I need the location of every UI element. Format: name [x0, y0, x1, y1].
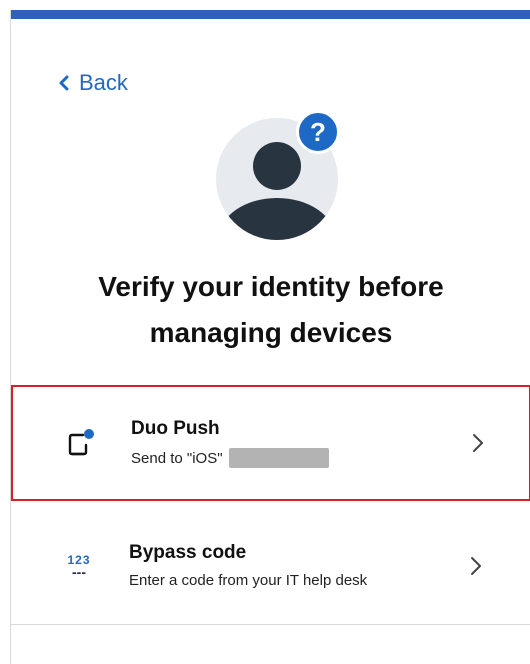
- avatar-head: [253, 142, 301, 190]
- option-subtitle-text: Send to "iOS": [131, 449, 223, 467]
- title-line-1: Verify your identity before: [98, 271, 444, 302]
- chevron-right-icon: [473, 434, 483, 452]
- back-link[interactable]: Back: [57, 70, 128, 96]
- option-subtitle: Enter a code from your IT help desk: [129, 572, 367, 589]
- code-icon-dashes: ‑‑‑: [72, 563, 86, 580]
- option-label: Duo Push: [131, 418, 220, 439]
- bypass-code-icon: 123 ‑‑‑: [61, 548, 97, 584]
- redacted-device-name: [228, 448, 329, 468]
- option-label: Bypass code: [129, 542, 247, 563]
- option-duo-push[interactable]: Duo Push Send to "iOS": [11, 385, 530, 501]
- phone-push-icon: [63, 425, 99, 461]
- chevron-right-icon: [471, 556, 481, 575]
- question-badge-icon: ?: [296, 110, 340, 154]
- page-title: Verify your identity before managing dev…: [11, 264, 530, 356]
- chevron-left-icon: [59, 75, 69, 91]
- option-subtitle-text: Enter a code from your IT help desk: [129, 572, 368, 589]
- option-duo-push-text: Duo Push Send to "iOS": [131, 418, 329, 468]
- avatar-body: [219, 198, 335, 240]
- auth-card: Back ? Verify your identity before manag…: [10, 10, 530, 664]
- option-subtitle: Send to "iOS": [131, 448, 329, 468]
- option-bypass-code-text: Bypass code Enter a code from your IT he…: [129, 542, 367, 589]
- option-bypass-code[interactable]: 123 ‑‑‑ Bypass code Enter a code from yo…: [11, 507, 530, 625]
- top-accent-bar: [11, 10, 530, 19]
- back-label: Back: [79, 70, 128, 95]
- title-line-2: managing devices: [149, 317, 393, 348]
